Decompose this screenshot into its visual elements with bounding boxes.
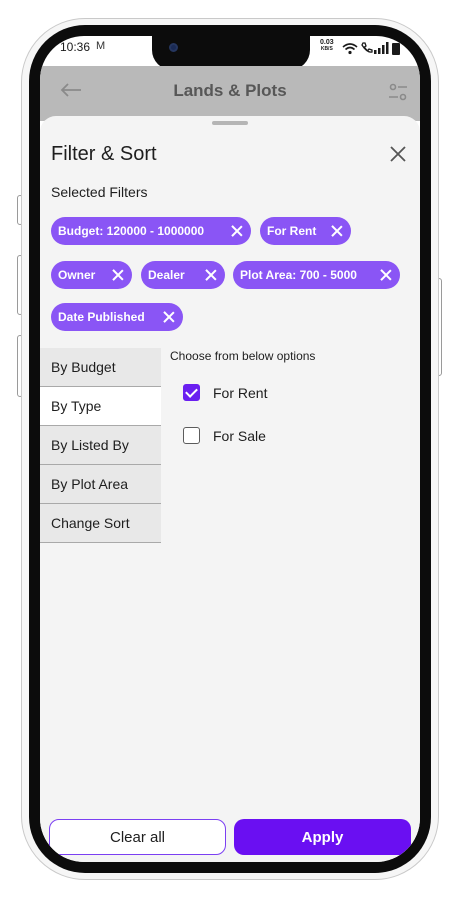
- checkbox-for-sale[interactable]: [183, 427, 200, 444]
- status-bar: 10:36 M 0.03 KB/S: [40, 36, 420, 70]
- network-speed-value: 0.03: [320, 39, 334, 46]
- chip-close-icon[interactable]: [205, 269, 217, 281]
- chip-label: For Rent: [267, 224, 317, 238]
- chip-label: Date Published: [58, 310, 145, 324]
- checkbox-for-rent[interactable]: [183, 384, 200, 401]
- chip-close-icon[interactable]: [163, 311, 175, 323]
- filter-icon[interactable]: [388, 82, 408, 102]
- camera-icon: [169, 43, 178, 52]
- filter-chip-for-rent[interactable]: For Rent: [260, 217, 351, 245]
- tab-by-plot-area[interactable]: By Plot Area: [40, 465, 161, 504]
- chip-label: Owner: [58, 268, 96, 282]
- chip-close-icon[interactable]: [331, 225, 343, 237]
- apply-button[interactable]: Apply: [234, 819, 411, 855]
- chip-close-icon[interactable]: [380, 269, 392, 281]
- network-speed-unit: KB/S: [320, 46, 333, 52]
- mail-icon: M: [96, 40, 106, 52]
- selected-filters-label: Selected Filters: [51, 184, 148, 200]
- tab-by-listed-by[interactable]: By Listed By: [40, 426, 161, 465]
- status-time: 10:36: [60, 40, 91, 54]
- filter-chip-budget[interactable]: Budget: 120000 - 1000000: [51, 217, 251, 245]
- signal-icon: [374, 42, 389, 54]
- sheet-title: Filter & Sort: [51, 143, 157, 165]
- chip-close-icon[interactable]: [231, 225, 243, 237]
- battery-icon: [392, 43, 400, 55]
- chip-label: Plot Area: 700 - 5000: [240, 268, 357, 282]
- wifi-icon: [342, 43, 358, 55]
- tab-change-sort[interactable]: Change Sort: [40, 504, 161, 543]
- tab-by-budget[interactable]: By Budget: [40, 348, 161, 387]
- option-label: For Sale: [213, 427, 266, 444]
- phone-screen: 10:36 M 0.03 KB/S Lands & Plots Filter &…: [40, 36, 420, 862]
- drag-handle[interactable]: [212, 121, 248, 125]
- camera-notch: [152, 36, 310, 70]
- network-speed: 0.03 KB/S: [320, 39, 334, 53]
- option-for-rent[interactable]: For Rent: [183, 384, 267, 401]
- call-icon: [361, 42, 373, 53]
- option-for-sale[interactable]: For Sale: [183, 427, 266, 444]
- options-label: Choose from below options: [170, 349, 316, 363]
- filter-chip-plot-area[interactable]: Plot Area: 700 - 5000: [233, 261, 400, 289]
- chip-label: Budget: 120000 - 1000000: [58, 224, 205, 238]
- filter-chip-dealer[interactable]: Dealer: [141, 261, 225, 289]
- chip-label: Dealer: [148, 268, 185, 282]
- filter-sort-sheet: Filter & Sort Selected Filters Budget: 1…: [40, 116, 420, 862]
- filter-chip-date-published[interactable]: Date Published: [51, 303, 183, 331]
- app-header: Lands & Plots: [40, 66, 420, 121]
- chip-close-icon[interactable]: [112, 269, 124, 281]
- page-title: Lands & Plots: [173, 81, 287, 100]
- option-label: For Rent: [213, 384, 268, 401]
- clear-all-button[interactable]: Clear all: [49, 819, 226, 855]
- filter-chip-owner[interactable]: Owner: [51, 261, 132, 289]
- tab-by-type[interactable]: By Type: [40, 387, 161, 426]
- close-icon[interactable]: [388, 144, 408, 164]
